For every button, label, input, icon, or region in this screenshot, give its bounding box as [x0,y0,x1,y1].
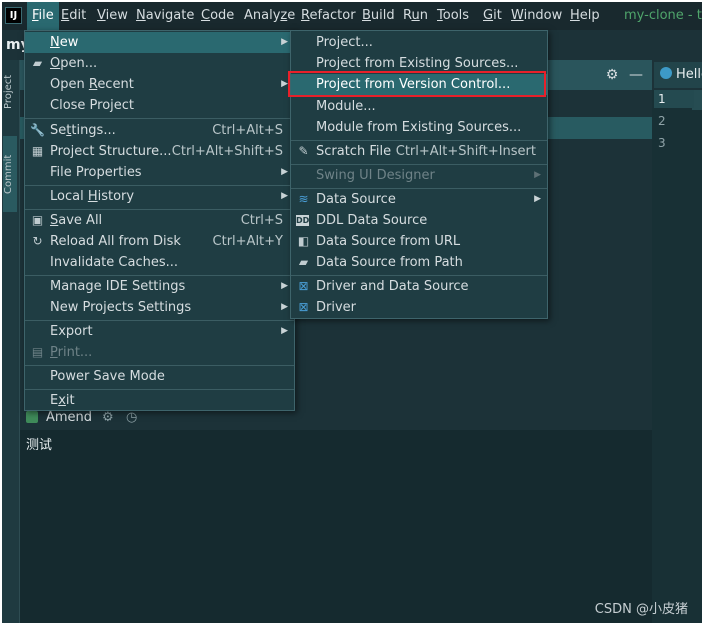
watermark: CSDN @小皮猪 [594,602,688,617]
file-menu-invalidate-caches[interactable]: Invalidate Caches... [25,252,294,273]
gear-icon[interactable]: ⚙ [102,410,114,425]
new-menu-ddl-data-source[interactable]: DDL DDL Data Source [291,210,547,231]
new-menu-module[interactable]: Module... [291,96,547,117]
scratch-file-icon: ✎ [298,144,309,158]
file-menu-file-properties[interactable]: File Properties ▶ [25,162,294,183]
menu-file[interactable]: File [27,2,59,30]
editor-area[interactable] [652,90,702,623]
file-menu-exit[interactable]: Exit [25,390,294,411]
line-number: 2 [658,114,666,128]
driver-icon: ⊠ [298,279,309,293]
submenu-arrow-icon: ▶ [281,167,288,177]
editor-tab-hello[interactable]: Hello [654,62,702,88]
file-menu-new[interactable]: New ▶ [25,32,294,53]
history-icon[interactable]: ◷ [126,410,137,425]
intellij-logo-icon[interactable]: IJ [5,7,22,24]
submenu-arrow-icon: ▶ [534,170,541,180]
new-menu-driver[interactable]: ⊠ Driver [291,297,547,318]
menu-view[interactable]: View [92,2,133,30]
new-menu-driver-and-data-source[interactable]: ⊠ Driver and Data Source [291,276,547,297]
line-number: 1 [654,90,694,108]
submenu-arrow-icon: ▶ [534,194,541,204]
submenu-arrow-icon: ▶ [281,191,288,201]
submenu-arrow-icon: ▶ [281,79,288,89]
new-menu-scratch-file[interactable]: ✎ Scratch File Ctrl+Alt+Shift+Insert [291,141,547,162]
folder-icon: ▰ [32,56,43,70]
menu-git[interactable]: Git [478,2,507,30]
amend-checkbox[interactable] [26,411,38,423]
url-source-icon: ◧ [297,234,310,248]
submenu-arrow-icon: ▶ [281,302,288,312]
commit-message-area[interactable]: 测试 [20,430,652,623]
menu-code[interactable]: Code [196,2,239,30]
new-menu-data-source-from-path[interactable]: ▰ Data Source from Path [291,252,547,273]
file-menu-export[interactable]: Export ▶ [25,321,294,342]
new-menu-data-source-from-url[interactable]: ◧ Data Source from URL [291,231,547,252]
menu-run[interactable]: Run [398,2,433,30]
file-menu-close-project[interactable]: Close Project [25,95,294,116]
menu-separator [25,118,294,119]
new-menu-project[interactable]: Project... [291,32,547,53]
menu-help[interactable]: Help [565,2,605,30]
menu-analyze[interactable]: Analyze [239,2,300,30]
menu-navigate[interactable]: Navigate [131,2,199,30]
submenu-arrow-icon: ▶ [281,326,288,336]
project-structure-icon: ▦ [31,144,44,158]
menu-refactor[interactable]: Refactor [296,2,361,30]
window-title: my-clone - tes [624,8,702,23]
ddl-icon: DDL [296,215,315,226]
file-menu-new-projects-settings[interactable]: New Projects Settings ▶ [25,297,294,318]
file-menu-open-recent[interactable]: Open Recent ▶ [25,74,294,95]
driver-icon: ⊠ [298,300,309,314]
database-icon: ≋ [298,192,309,206]
file-menu-reload-all[interactable]: ↻ Reload All from Disk Ctrl+Alt+Y [25,231,294,252]
folder-icon: ▰ [298,255,309,269]
file-menu-open[interactable]: ▰ Open... [25,53,294,74]
menu-edit[interactable]: Edit [56,2,91,30]
file-menu: New ▶ ▰ Open... Open Recent ▶ Close Project… [24,30,295,411]
file-menu-power-save-mode[interactable]: Power Save Mode [25,366,294,387]
menu-window[interactable]: Window [506,2,567,30]
menu-build[interactable]: Build [357,2,400,30]
new-menu-data-source[interactable]: ≋ Data Source ▶ [291,189,547,210]
file-menu-settings[interactable]: 🔧 Settings... Ctrl+Alt+S [25,120,294,141]
commit-message-text: 测试 [26,438,53,453]
new-menu-module-from-existing-sources[interactable]: Module from Existing Sources... [291,117,547,138]
reload-icon: ↻ [32,234,43,248]
file-menu-manage-ide-settings[interactable]: Manage IDE Settings ▶ [25,276,294,297]
wrench-icon: 🔧 [30,123,45,137]
file-menu-print: ▤ Print... [31,345,93,360]
file-menu-project-structure[interactable]: ▦ Project Structure... Ctrl+Alt+Shift+S [25,141,294,162]
submenu-arrow-icon: ▶ [281,281,288,291]
menu-bar: IJ File Edit View Navigate Code Analyze … [2,2,702,30]
java-class-icon [660,67,672,79]
tab-commit[interactable]: Commit [3,136,17,212]
submenu-arrow-icon: ▶ [281,37,288,47]
file-menu-save-all[interactable]: ▣ Save All Ctrl+S [25,210,294,231]
minimize-icon[interactable]: — [628,67,644,83]
save-icon: ▣ [31,213,44,227]
line-number: 3 [658,136,666,150]
menu-tools[interactable]: Tools [432,2,474,30]
gear-icon[interactable]: ⚙ [604,67,620,83]
new-menu-swing-ui-designer: Swing UI Designer ▶ [291,165,547,186]
left-tool-strip: Project Commit [2,60,20,623]
print-icon: ▤ [31,345,44,359]
file-menu-local-history[interactable]: Local History ▶ [25,186,294,207]
tab-project[interactable]: Project [3,68,17,116]
ide-window: IJ File Edit View Navigate Code Analyze … [2,2,702,623]
highlight-box [288,71,546,97]
